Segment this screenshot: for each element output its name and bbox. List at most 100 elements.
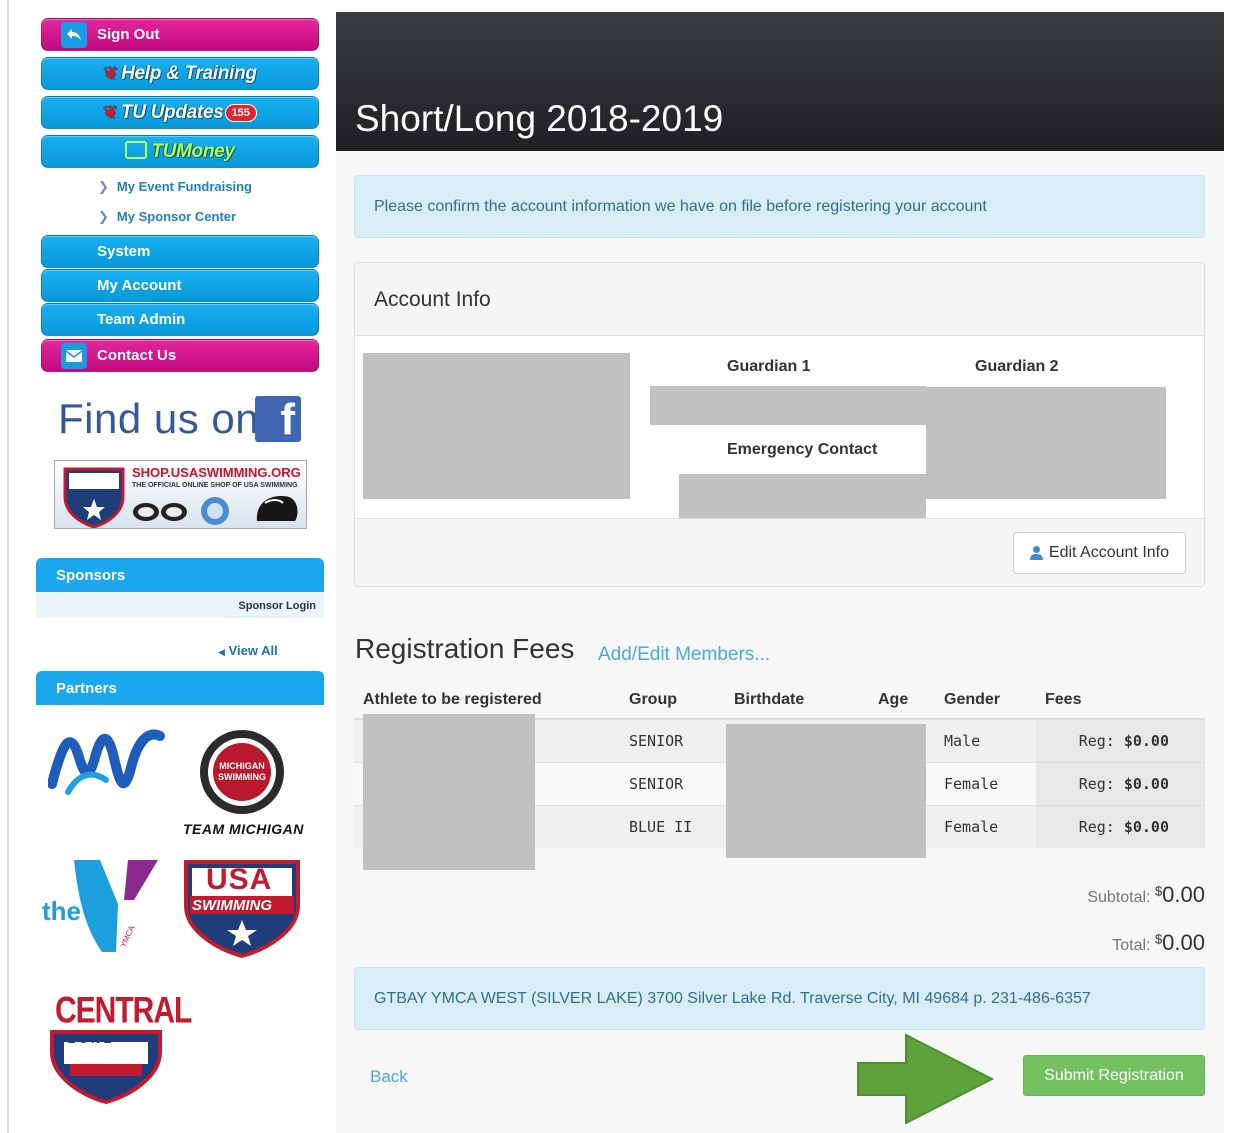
total-value: 0.00: [1162, 930, 1205, 955]
column-header: Fees: [1036, 682, 1205, 720]
sponsor-center-label: My Sponsor Center: [116, 209, 237, 224]
flame-icon: ❦: [103, 62, 119, 83]
fee-label: Reg:: [1078, 731, 1115, 750]
registration-fees-title: Registration Fees: [355, 633, 575, 664]
fee-cell: Reg: $0.00: [1036, 761, 1205, 805]
help-training-button[interactable]: ❦ Help & Training: [41, 57, 319, 90]
swim-cap-icon: [256, 496, 298, 521]
tu-money-button[interactable]: TUMoney: [41, 135, 319, 168]
gender-cell: Male: [935, 718, 1036, 762]
zone-text: Z O N E: [68, 1032, 112, 1046]
contact-us-label: Contact Us: [97, 347, 177, 364]
tu-money-label: TUMoney: [151, 140, 235, 162]
help-training-label: Help & Training: [121, 62, 257, 84]
main-content: Short/Long 2018-2019 Please confirm the …: [336, 12, 1224, 1133]
redacted-block: [363, 353, 630, 499]
usa-swimming-shop-banner[interactable]: SHOP.USASWIMMING.ORG THE OFFICIAL ONLINE…: [54, 460, 307, 529]
swimming-logo-text: SWIMMING: [192, 897, 272, 914]
column-header: Age: [869, 682, 935, 720]
event-fundraising-link[interactable]: ❯ My Event Fundraising: [98, 179, 252, 195]
shop-tagline: THE OFFICIAL ONLINE SHOP OF USA SWIMMING: [132, 482, 298, 489]
guardian-1-label: Guardian 1: [727, 358, 811, 375]
usa-logo-text: USA: [206, 863, 273, 896]
ymca-logo[interactable]: [66, 856, 166, 956]
sponsor-login-link[interactable]: Sponsor Login: [238, 600, 316, 612]
group-cell: SENIOR: [620, 761, 725, 805]
michigan-badge-text: MICHIGAN: [219, 761, 265, 771]
medal-icon: [201, 497, 229, 525]
column-header: Group: [620, 682, 725, 720]
fee-value: $0.00: [1123, 731, 1169, 750]
group-cell: SENIOR: [620, 718, 725, 762]
column-header: Gender: [935, 682, 1036, 720]
contact-us-button[interactable]: Contact Us: [41, 339, 319, 372]
sign-out-label: Sign Out: [97, 26, 160, 43]
caret-left-icon: ◀: [218, 647, 225, 657]
fee-value: $0.00: [1123, 774, 1169, 793]
team-admin-button[interactable]: Team Admin: [41, 303, 319, 336]
redacted-block: [679, 474, 926, 522]
my-account-label: My Account: [97, 277, 182, 294]
page-header: Short/Long 2018-2019: [336, 12, 1224, 151]
sidebar: Sign Out ❦ Help & Training ❦ TU Updates 15…: [0, 0, 336, 1133]
total: Total: $0.00: [1112, 930, 1205, 956]
swim-goggles-icon: [133, 503, 187, 521]
updates-count-badge: 155: [224, 103, 257, 122]
chevron-right-icon: ❯: [98, 209, 109, 224]
view-all-link[interactable]: ◀ View All: [218, 643, 278, 658]
system-button[interactable]: System: [41, 235, 319, 268]
club-info-box: GTBAY YMCA WEST (SILVER LAKE) 3700 Silve…: [354, 967, 1205, 1030]
flame-icon: ❦: [103, 101, 118, 122]
add-edit-members-link[interactable]: Add/Edit Members...: [598, 644, 770, 666]
tu-updates-button[interactable]: ❦ TU Updates 155: [41, 96, 319, 129]
sponsor-center-link[interactable]: ❯ My Sponsor Center: [98, 209, 236, 225]
central-text: CENTRAL: [55, 989, 192, 1031]
arrow-right-icon: [857, 1033, 995, 1125]
subtotal: Subtotal: $0.00: [1087, 882, 1205, 908]
group-cell: BLUE II: [620, 804, 725, 848]
sponsors-header: Sponsors: [36, 558, 324, 592]
gender-cell: Female: [935, 761, 1036, 805]
usa-swimming-shield-icon: [63, 467, 125, 528]
fee-label: Reg:: [1078, 774, 1115, 793]
money-icon: [125, 141, 148, 160]
confirm-notice: Please confirm the account information w…: [354, 175, 1205, 238]
back-link[interactable]: Back: [370, 1067, 408, 1087]
sponsor-bar: Sponsor Login: [36, 592, 324, 618]
page-title: Short/Long 2018-2019: [355, 98, 724, 139]
confirm-notice-text: Please confirm the account information w…: [374, 197, 987, 215]
edit-account-info-button[interactable]: Edit Account Info: [1012, 532, 1186, 574]
facebook-glyph: f: [280, 396, 295, 442]
edit-account-info-label: Edit Account Info: [1048, 544, 1169, 561]
fee-cell: Reg: $0.00: [1036, 718, 1205, 762]
facebook-icon[interactable]: f: [255, 396, 301, 442]
fee-value: $0.00: [1123, 817, 1169, 836]
my-account-button[interactable]: My Account: [41, 269, 319, 302]
fee-label: Reg:: [1078, 817, 1115, 836]
event-fundraising-label: My Event Fundraising: [116, 179, 252, 194]
redacted-block: [650, 386, 926, 425]
column-header: Birthdate: [725, 682, 869, 720]
chevron-right-icon: ❯: [98, 179, 109, 194]
subtotal-label: Subtotal:: [1087, 889, 1151, 906]
sign-out-icon: [61, 21, 87, 48]
team-admin-label: Team Admin: [97, 311, 186, 328]
system-label: System: [97, 243, 151, 260]
user-icon: [1029, 546, 1044, 560]
account-info-panel: Account Info Guardian 1 Guardian 2 Emerg…: [354, 262, 1205, 587]
envelope-icon: [61, 342, 87, 369]
gender-cell: Female: [935, 804, 1036, 848]
partners-header: Partners: [36, 671, 324, 705]
fee-cell: Reg: $0.00: [1036, 804, 1205, 848]
mw-wave-logo[interactable]: [48, 724, 168, 804]
club-info-text: GTBAY YMCA WEST (SILVER LAKE) 3700 Silve…: [374, 989, 1091, 1007]
account-info-title: Account Info: [374, 288, 491, 311]
michigan-badge-text-2: SWIMMING: [218, 772, 266, 782]
redacted-block: [363, 714, 535, 870]
find-us-on-text: Find us on: [58, 395, 260, 442]
michigan-swimming-logo[interactable]: MICHIGAN SWIMMING: [197, 727, 287, 817]
redacted-block: [926, 387, 1166, 499]
sign-out-button[interactable]: Sign Out: [41, 18, 319, 51]
shop-url: SHOP.USASWIMMING.ORG: [132, 465, 301, 480]
submit-registration-button[interactable]: Submit Registration: [1023, 1055, 1205, 1096]
